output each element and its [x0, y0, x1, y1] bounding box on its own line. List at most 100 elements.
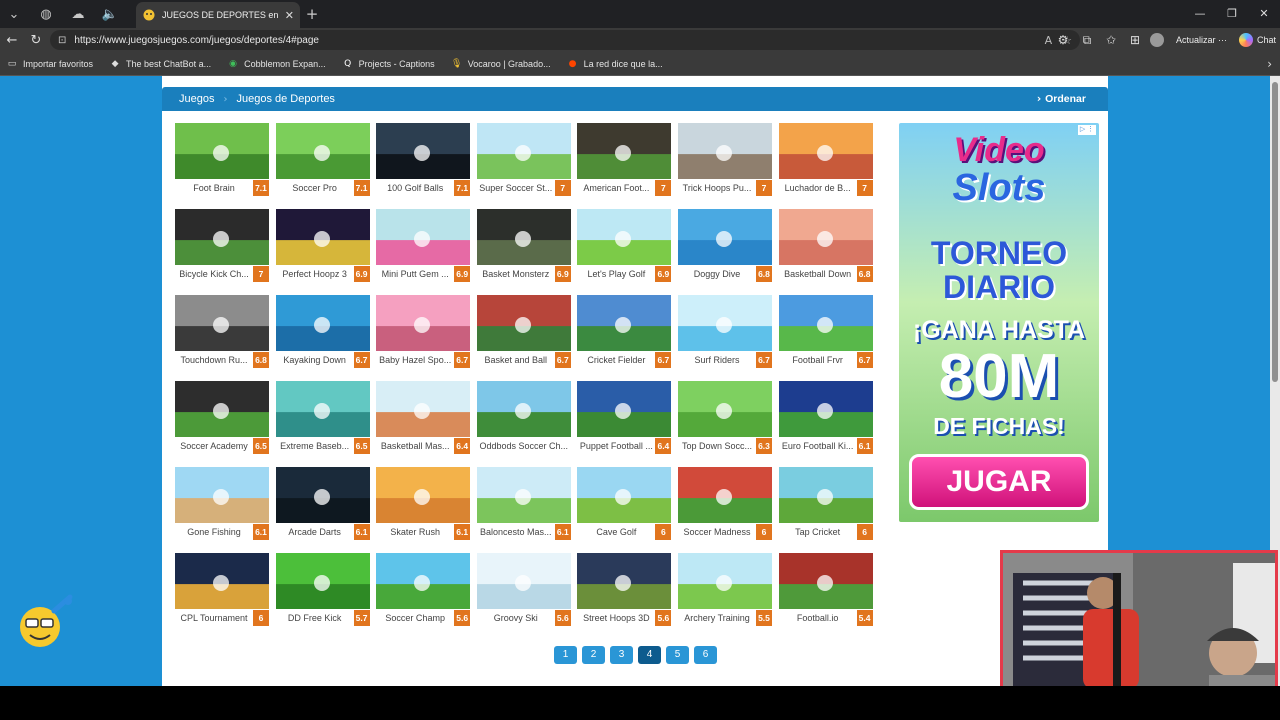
game-thumbnail[interactable] — [175, 381, 269, 437]
game-thumbnail[interactable] — [376, 295, 471, 351]
game-card[interactable]: Soccer Champ 5.6 — [376, 553, 471, 626]
scrollbar-thumb[interactable] — [1272, 82, 1278, 382]
page-button[interactable]: 5 — [666, 646, 689, 664]
game-card[interactable]: CPL Tournament 6 — [175, 553, 269, 626]
game-thumbnail[interactable] — [175, 467, 269, 523]
game-card[interactable]: Kayaking Down 6.7 — [275, 295, 370, 368]
collections-toolbar-icon[interactable]: ⊞ — [1126, 33, 1144, 47]
game-card[interactable]: 100 Golf Balls 7.1 — [376, 123, 471, 196]
game-thumbnail[interactable] — [175, 123, 269, 179]
game-thumbnail[interactable] — [778, 467, 873, 523]
game-thumbnail[interactable] — [577, 553, 672, 609]
game-title[interactable]: Football Frvr — [779, 352, 857, 368]
game-title[interactable]: CPL Tournament — [175, 610, 253, 626]
game-title[interactable]: Baby Hazel Spo... — [376, 352, 454, 368]
game-title[interactable]: Gone Fishing — [175, 524, 253, 540]
game-title[interactable]: Skater Rush — [376, 524, 454, 540]
game-title[interactable]: Mini Putt Gem ... — [376, 266, 454, 282]
game-thumbnail[interactable] — [476, 295, 571, 351]
game-thumbnail[interactable] — [577, 467, 672, 523]
game-thumbnail[interactable] — [275, 467, 370, 523]
game-card[interactable]: Doggy Dive 6.8 — [678, 209, 772, 282]
game-title[interactable]: Surf Riders — [678, 352, 756, 368]
page-button[interactable]: 4 — [638, 646, 661, 664]
game-thumbnail[interactable] — [678, 381, 772, 437]
game-title[interactable]: Archery Training — [678, 610, 756, 626]
game-title[interactable]: Perfect Hoopz 3 — [276, 266, 354, 282]
close-tab-icon[interactable]: ✕ — [285, 9, 294, 22]
game-title[interactable]: Super Soccer St... — [477, 180, 555, 196]
game-title[interactable]: Top Down Socc... — [678, 438, 756, 454]
game-title[interactable]: Cricket Fielder — [577, 352, 655, 368]
game-thumbnail[interactable] — [175, 295, 269, 351]
game-thumbnail[interactable] — [778, 295, 873, 351]
game-card[interactable]: Cricket Fielder 6.7 — [577, 295, 672, 368]
game-thumbnail[interactable] — [376, 553, 471, 609]
game-card[interactable]: Basketball Down 6.8 — [778, 209, 873, 282]
bookmark-item[interactable]: ◆ The best ChatBot a... — [109, 58, 212, 70]
game-thumbnail[interactable] — [175, 553, 269, 609]
game-card[interactable]: Basketball Mas... 6.4 — [376, 381, 471, 454]
game-card[interactable]: Gone Fishing 6.1 — [175, 467, 269, 540]
game-thumbnail[interactable] — [275, 553, 370, 609]
game-card[interactable]: Tap Cricket 6 — [778, 467, 873, 540]
game-thumbnail[interactable] — [678, 209, 772, 265]
game-card[interactable]: Let's Play Golf 6.9 — [577, 209, 672, 282]
game-card[interactable]: Euro Football Ki... 6.1 — [778, 381, 873, 454]
game-title[interactable]: Arcade Darts — [276, 524, 354, 540]
game-title[interactable]: Kayaking Down — [276, 352, 354, 368]
game-title[interactable]: 100 Golf Balls — [376, 180, 454, 196]
game-thumbnail[interactable] — [778, 123, 873, 179]
bookmark-item[interactable]: ▭ Importar favoritos — [6, 58, 93, 70]
game-title[interactable]: DD Free Kick — [276, 610, 354, 626]
game-thumbnail[interactable] — [376, 123, 471, 179]
favorites-icon[interactable]: ✩ — [1102, 33, 1120, 47]
game-thumbnail[interactable] — [476, 123, 571, 179]
ad-cta-button[interactable]: JUGAR — [909, 454, 1089, 510]
game-card[interactable]: Surf Riders 6.7 — [678, 295, 772, 368]
game-thumbnail[interactable] — [577, 123, 672, 179]
game-title[interactable]: Touchdown Ru... — [175, 352, 253, 368]
page-button[interactable]: 6 — [694, 646, 717, 664]
game-title[interactable]: Trick Hoops Pu... — [678, 180, 756, 196]
game-thumbnail[interactable] — [678, 553, 772, 609]
game-card[interactable]: Basket Monsterz 6.9 — [476, 209, 571, 282]
bookmarks-overflow-icon[interactable]: › — [1267, 52, 1272, 76]
breadcrumb-current[interactable]: Juegos de Deportes — [236, 93, 334, 105]
page-button[interactable]: 2 — [582, 646, 605, 664]
game-thumbnail[interactable] — [376, 467, 471, 523]
game-title[interactable]: Tap Cricket — [779, 524, 857, 540]
game-card[interactable]: Extreme Baseb... 6.5 — [275, 381, 370, 454]
game-title[interactable]: Oddbods Soccer Ch... — [477, 438, 571, 454]
game-card[interactable]: Baby Hazel Spo... 6.7 — [376, 295, 471, 368]
game-title[interactable]: Football.io — [779, 610, 857, 626]
game-title[interactable]: Street Hoops 3D — [577, 610, 655, 626]
game-title[interactable]: Soccer Pro — [276, 180, 354, 196]
game-title[interactable]: Foot Brain — [175, 180, 253, 196]
game-thumbnail[interactable] — [275, 295, 370, 351]
game-title[interactable]: Puppet Football ... — [577, 438, 655, 454]
game-title[interactable]: Baloncesto Mas... — [477, 524, 555, 540]
game-card[interactable]: Super Soccer St... 7 — [476, 123, 571, 196]
game-thumbnail[interactable] — [778, 209, 873, 265]
minimize-icon[interactable]: — — [1184, 0, 1216, 28]
game-thumbnail[interactable] — [778, 381, 873, 437]
game-thumbnail[interactable] — [275, 209, 370, 265]
game-thumbnail[interactable] — [577, 209, 672, 265]
game-card[interactable]: Football Frvr 6.7 — [778, 295, 873, 368]
game-title[interactable]: Basketball Down — [779, 266, 857, 282]
game-thumbnail[interactable] — [476, 381, 571, 437]
game-card[interactable]: Trick Hoops Pu... 7 — [678, 123, 772, 196]
game-title[interactable]: Bicycle Kick Ch... — [175, 266, 253, 282]
game-thumbnail[interactable] — [577, 381, 672, 437]
game-thumbnail[interactable] — [476, 209, 571, 265]
advertisement-banner[interactable]: ▷ ⋮ Video Slots TORNEO DIARIO ¡GANA HAST… — [899, 123, 1099, 522]
game-title[interactable]: Extreme Baseb... — [276, 438, 354, 454]
game-title[interactable]: Cave Golf — [577, 524, 655, 540]
game-card[interactable]: Foot Brain 7.1 — [175, 123, 269, 196]
game-card[interactable]: Oddbods Soccer Ch... — [476, 381, 571, 454]
game-title[interactable]: American Foot... — [577, 180, 655, 196]
game-card[interactable]: Top Down Socc... 6.3 — [678, 381, 772, 454]
game-card[interactable]: Luchador de B... 7 — [778, 123, 873, 196]
game-title[interactable]: Basketball Mas... — [376, 438, 454, 454]
